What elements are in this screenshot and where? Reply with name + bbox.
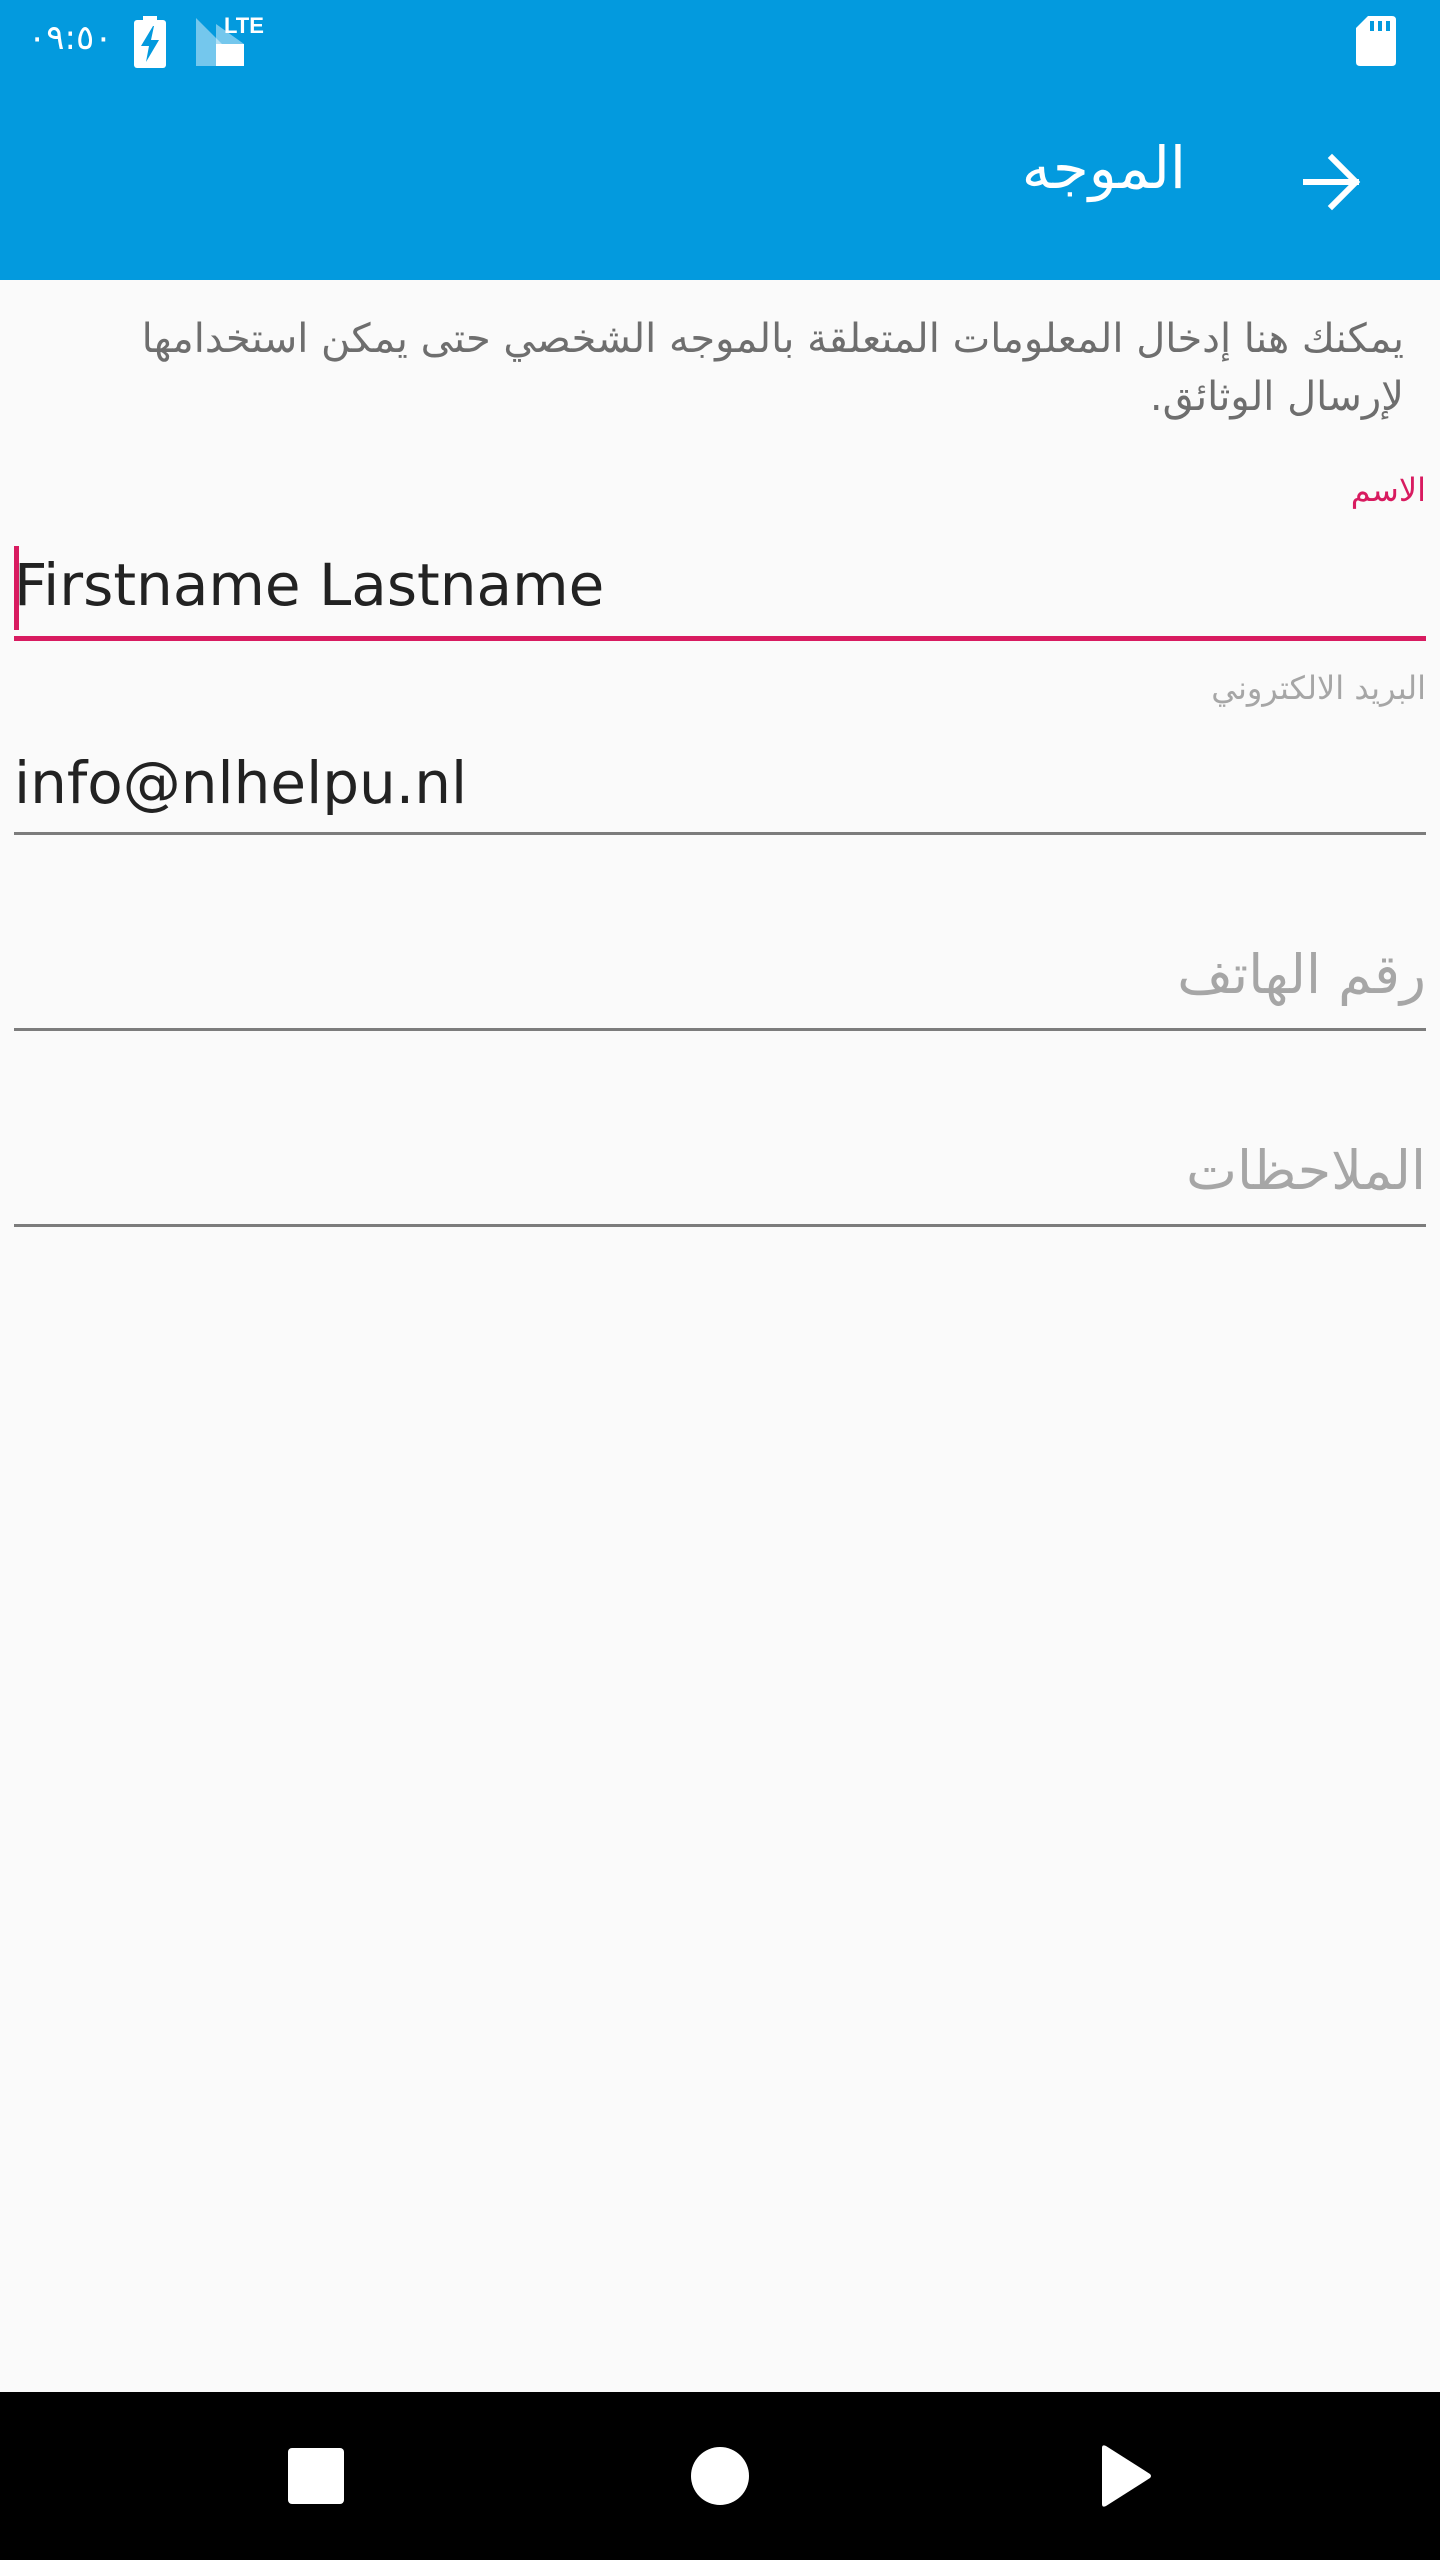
status-bar: ٠٩:٥٠ LTE	[0, 0, 1440, 84]
name-label: الاسم	[1350, 471, 1426, 509]
phone-underline	[14, 1028, 1426, 1031]
app-bar: الموجه	[0, 84, 1440, 280]
status-time: ٠٩:٥٠	[28, 18, 113, 58]
battery-charging-icon	[134, 16, 166, 68]
notes-underline	[14, 1224, 1426, 1227]
email-field[interactable]: البريد الالكتروني info@nlhelpu.nl	[14, 668, 1426, 840]
phone-field[interactable]: رقم الهاتف	[14, 906, 1426, 1036]
email-label: البريد الالكتروني	[1211, 669, 1426, 707]
email-underline	[14, 832, 1426, 835]
intro-description: يمكنك هنا إدخال المعلومات المتعلقة بالمو…	[141, 316, 1404, 420]
email-input-value[interactable]: info@nlhelpu.nl	[14, 748, 467, 818]
notes-placeholder[interactable]: الملاحظات	[1186, 1136, 1426, 1206]
screen: ٠٩:٥٠ LTE الموجه يمكنك هنا إدخال المعلوم…	[0, 0, 1440, 2560]
back-triangle-icon[interactable]	[1098, 2444, 1152, 2508]
sd-card-icon	[1356, 16, 1396, 66]
name-field[interactable]: الاسم Firstname Lastname	[14, 470, 1426, 646]
page-title: الموجه	[1021, 134, 1186, 202]
arrow-forward-icon[interactable]	[1296, 146, 1368, 218]
name-underline	[14, 636, 1426, 641]
notes-field[interactable]: الملاحظات	[14, 1100, 1426, 1230]
navigation-bar	[0, 2392, 1440, 2560]
name-input-value[interactable]: Firstname Lastname	[14, 550, 604, 620]
home-circle-icon[interactable]	[690, 2446, 750, 2506]
phone-placeholder[interactable]: رقم الهاتف	[1177, 940, 1426, 1010]
network-type-label: LTE	[224, 13, 264, 38]
recents-square-icon[interactable]	[288, 2448, 344, 2504]
